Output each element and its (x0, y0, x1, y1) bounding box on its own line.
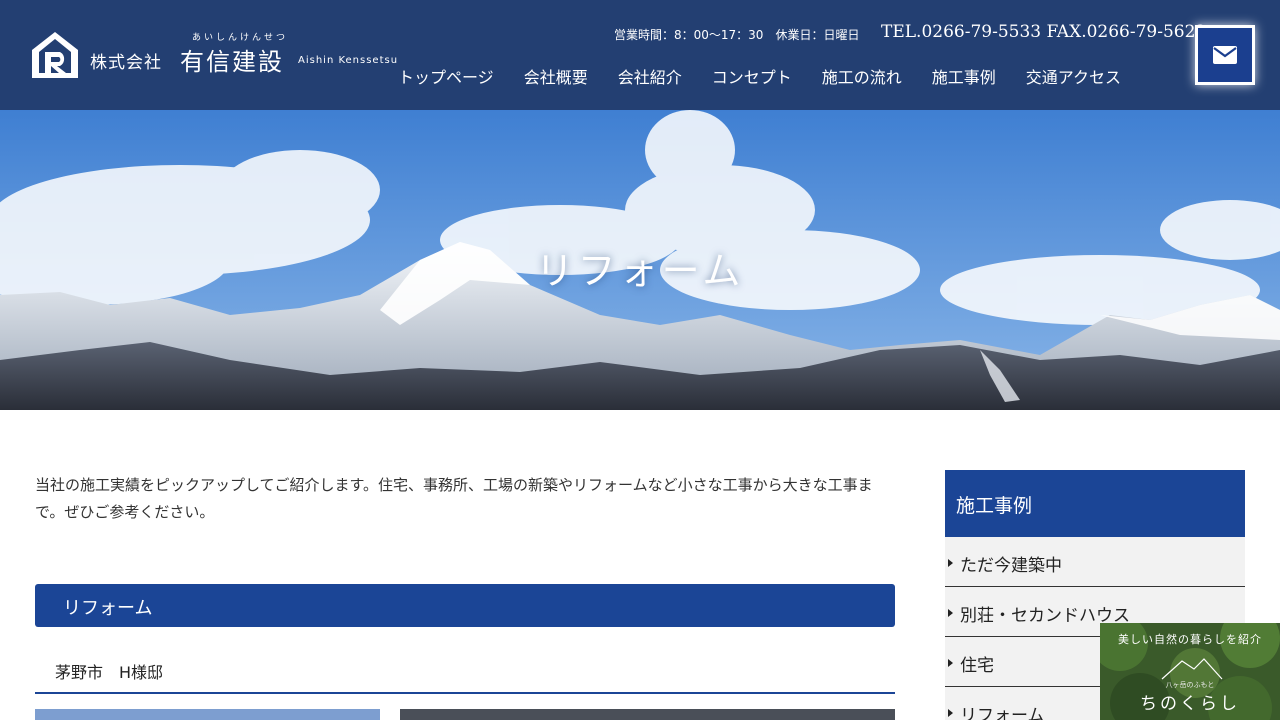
nav-top[interactable]: トップページ (383, 62, 509, 90)
business-hours: 営業時間：8：00～17：30 休業日：日曜日 (614, 28, 860, 42)
nav-works[interactable]: 施工事例 (917, 62, 1011, 90)
case-photo-1[interactable] (35, 709, 380, 720)
nav-company-intro[interactable]: 会社紹介 (603, 62, 697, 90)
site-header: あいしんけんせつ 株式会社 有信建設 Aishin Kenssetsu 営業時間… (0, 0, 1280, 110)
sidebar-item-label: リフォーム (960, 706, 1045, 720)
caret-right-icon (948, 609, 953, 617)
mail-icon (1213, 46, 1237, 64)
sidebar-item-under-construction[interactable]: ただ今建築中 (945, 537, 1245, 587)
page-title: リフォーム (535, 249, 745, 293)
chinokurashi-banner[interactable]: 美しい自然の暮らしを紹介 八ヶ岳のふもと ちのくらし (1100, 623, 1280, 720)
sidebar-heading: 施工事例 (945, 470, 1245, 537)
phone-fax[interactable]: TEL.0266-79-5533 FAX.0266-79-5622 (881, 22, 1206, 42)
banner-tagline: 美しい自然の暮らしを紹介 (1118, 633, 1262, 646)
hero-banner: リフォーム (0, 110, 1280, 410)
nav-company-overview[interactable]: 会社概要 (509, 62, 603, 90)
case-title: 茅野市 H様邸 (35, 654, 895, 694)
logo-company-name: 有信建設 (180, 48, 284, 76)
company-logo[interactable]: あいしんけんせつ 株式会社 有信建設 Aishin Kenssetsu (30, 30, 397, 82)
nav-access[interactable]: 交通アクセス (1011, 62, 1136, 90)
intro-text: 当社の施工実績をピックアップしてご紹介します。住宅、事務所、工場の新築やリフォー… (35, 476, 873, 521)
caret-right-icon (948, 659, 953, 667)
section-heading: リフォーム (35, 584, 895, 627)
case-photo-2[interactable] (400, 709, 895, 720)
caret-right-icon (948, 709, 953, 717)
nav-concept[interactable]: コンセプト (697, 62, 807, 90)
sidebar-item-label: ただ今建築中 (960, 556, 1062, 576)
banner-title: ちのくらし (1140, 694, 1240, 714)
nav-construction-flow[interactable]: 施工の流れ (807, 62, 917, 90)
logo-company-type: 株式会社 (90, 53, 162, 73)
caret-right-icon (948, 559, 953, 567)
mail-button[interactable] (1195, 25, 1255, 85)
sidebar-item-label: 住宅 (960, 656, 994, 676)
main-nav: トップページ 会社概要 会社紹介 コンセプト 施工の流れ 施工事例 交通アクセス (383, 62, 1136, 90)
logo-mark-icon (32, 32, 78, 78)
